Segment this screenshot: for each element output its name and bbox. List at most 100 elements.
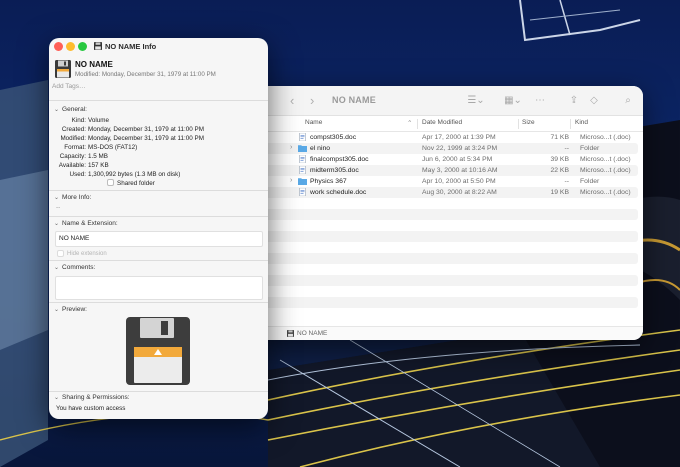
file-row[interactable]: work schedule.doc Aug 30, 2000 at 8:22 AM… [257, 187, 638, 198]
file-row[interactable]: compst305.doc Apr 17, 2000 at 1:39 PM 71 K… [257, 132, 638, 143]
column-name[interactable]: Name [305, 119, 322, 126]
shared-folder-checkbox[interactable] [107, 179, 114, 186]
empty-row [257, 297, 638, 308]
file-size: 39 KB [550, 156, 569, 163]
name-field[interactable]: NO NAME [55, 231, 263, 247]
shared-folder-label: Shared folder [117, 180, 155, 187]
empty-row [257, 198, 638, 209]
path-bar-label[interactable]: NO NAME [297, 330, 327, 337]
column-date-modified[interactable]: Date Modified [422, 119, 462, 126]
tag-icon[interactable]: ◇ [587, 93, 601, 108]
file-size: 22 KB [550, 167, 569, 174]
finder-window: ‹ › NO NAME ☰⌄ ▦⌄ ⋯ ⇪ ◇ ⌕ Name ⌃ Date Mo… [252, 86, 643, 340]
forward-icon[interactable]: › [310, 93, 314, 109]
folder-icon [298, 145, 307, 152]
hide-extension-checkbox[interactable] [57, 250, 64, 257]
general-key: Created: [61, 126, 86, 133]
chevron-right-icon[interactable]: › [290, 144, 292, 151]
folder-icon [298, 178, 307, 185]
document-icon [299, 155, 306, 163]
document-icon [299, 133, 306, 141]
close-button[interactable] [54, 42, 63, 51]
file-size: -- [564, 178, 569, 185]
file-row[interactable]: midterm305.doc May 3, 2000 at 10:16 AM 22 … [257, 165, 638, 176]
chevron-right-icon[interactable]: › [290, 177, 292, 184]
empty-row [257, 308, 638, 319]
file-date: Nov 22, 1999 at 3:24 PM [422, 145, 498, 152]
zoom-button[interactable] [78, 42, 87, 51]
file-date: May 3, 2000 at 10:16 AM [422, 167, 498, 174]
column-kind[interactable]: Kind [575, 119, 588, 126]
empty-row [257, 264, 638, 275]
empty-row [257, 220, 638, 231]
empty-row [257, 275, 638, 286]
back-icon[interactable]: ‹ [290, 93, 294, 109]
empty-row [257, 209, 638, 220]
path-bar: NO NAME [252, 326, 643, 340]
file-row[interactable]: › el nino Nov 22, 1999 at 3:24 PM -- Folder [257, 143, 638, 154]
volume-modified: Modified: Monday, December 31, 1979 at 1… [75, 71, 216, 78]
chevron-down-icon: ⌄ [54, 265, 60, 271]
general-value: 1.5 MB [88, 153, 108, 160]
more-info-section-header[interactable]: ⌄ More Info: [54, 194, 91, 201]
finder-toolbar: ‹ › NO NAME ☰⌄ ▦⌄ ⋯ ⇪ ◇ ⌕ [252, 86, 643, 116]
sharing-value: You have custom access [56, 405, 126, 412]
list-view-icon[interactable]: ☰⌄ [463, 93, 489, 108]
chevron-down-icon: ⌄ [54, 221, 60, 227]
info-window-title: NO NAME Info [105, 42, 157, 51]
empty-row [257, 286, 638, 297]
general-key: Kind: [71, 117, 86, 124]
file-size: 19 KB [550, 189, 569, 196]
name-extension-section-header[interactable]: ⌄ Name & Extension: [54, 220, 118, 227]
chevron-down-icon: ⌃ [407, 120, 413, 127]
general-value: 1,300,992 bytes (1.3 MB on disk) [88, 171, 181, 178]
file-date: Aug 30, 2000 at 8:22 AM [422, 189, 497, 196]
file-kind: Microso...t (.doc) [580, 189, 631, 196]
chevron-down-icon: ⌄ [54, 107, 60, 113]
general-key: Capacity: [59, 153, 86, 160]
file-date: Jun 6, 2000 at 5:34 PM [422, 156, 493, 163]
general-key: Format: [64, 144, 86, 151]
general-key: Modified: [60, 135, 86, 142]
chevron-down-icon: ⌄ [54, 195, 60, 201]
chevron-down-icon: ⌄ [54, 307, 60, 313]
sharing-section-header[interactable]: ⌄ Sharing & Permissions: [54, 394, 130, 401]
column-size[interactable]: Size [522, 119, 535, 126]
file-name: Physics 367 [310, 178, 347, 185]
file-list: compst305.doc Apr 17, 2000 at 1:39 PM 71 K… [252, 132, 643, 319]
preview-section-header[interactable]: ⌄ Preview: [54, 306, 87, 313]
grid-view-icon[interactable]: ▦⌄ [500, 93, 526, 108]
file-size: -- [564, 145, 569, 152]
more-icon[interactable]: ⋯ [532, 93, 548, 108]
file-name: compst305.doc [310, 134, 357, 141]
file-kind: Microso...t (.doc) [580, 156, 631, 163]
floppy-disk-icon [94, 42, 102, 50]
empty-row [257, 253, 638, 264]
comments-section-header[interactable]: ⌄ Comments: [54, 264, 95, 271]
file-kind: Microso...t (.doc) [580, 167, 631, 174]
info-titlebar: NO NAME Info [49, 38, 268, 56]
search-icon[interactable]: ⌕ [621, 93, 635, 108]
file-row[interactable]: finalcompst305.doc Jun 6, 2000 at 5:34 PM… [257, 154, 638, 165]
file-row[interactable]: › Physics 367 Apr 10, 2000 at 5:50 PM -- Fol… [257, 176, 638, 187]
file-kind: Microso...t (.doc) [580, 134, 631, 141]
share-icon[interactable]: ⇪ [567, 93, 581, 108]
file-size: 71 KB [550, 134, 569, 141]
more-info-value: -- [56, 204, 61, 211]
file-kind: Folder [580, 178, 600, 185]
comments-field[interactable] [55, 276, 263, 300]
tags-field[interactable]: Add Tags… [52, 83, 85, 90]
finder-window-title: NO NAME [332, 95, 376, 105]
general-key: Used: [69, 171, 86, 178]
minimize-button[interactable] [66, 42, 75, 51]
file-kind: Folder [580, 145, 600, 152]
general-value: Volume [88, 117, 110, 124]
floppy-disk-icon [287, 330, 294, 337]
general-section-header[interactable]: ⌄ General: [54, 106, 87, 113]
general-value: 157 KB [88, 162, 109, 169]
file-name: midterm305.doc [310, 167, 359, 174]
floppy-disk-icon [55, 60, 71, 78]
hide-extension-label: Hide extension [67, 251, 107, 257]
general-value: Monday, December 31, 1979 at 11:00 PM [88, 135, 204, 142]
volume-name: NO NAME [75, 60, 113, 69]
